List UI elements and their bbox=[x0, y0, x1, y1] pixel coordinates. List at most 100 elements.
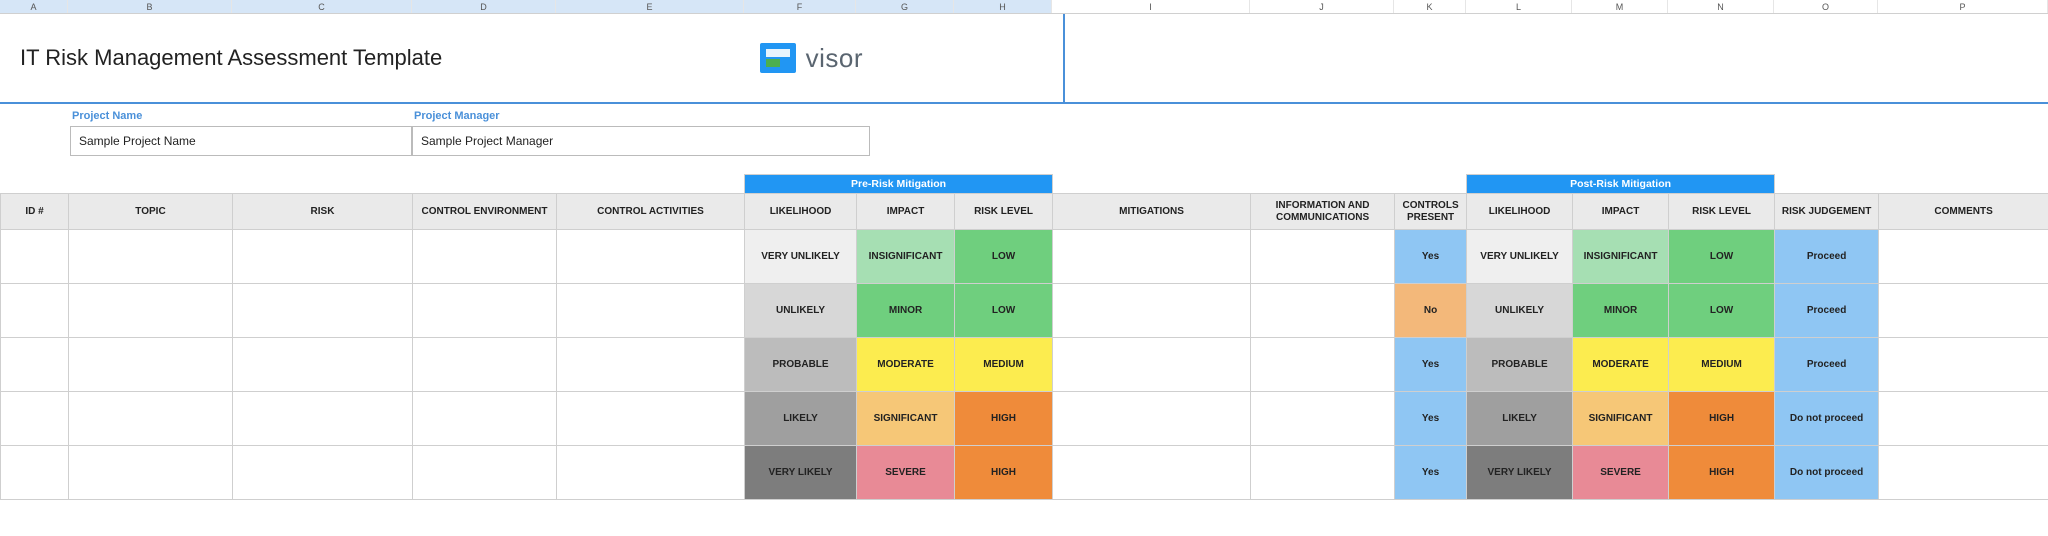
title-cell[interactable]: IT Risk Management Assessment Template v… bbox=[0, 14, 1065, 102]
cell-ctrlenv[interactable] bbox=[413, 284, 557, 338]
cell-comments[interactable] bbox=[1879, 230, 2048, 284]
cell-likelihood[interactable]: UNLIKELY bbox=[745, 284, 857, 338]
cell-id[interactable] bbox=[1, 392, 69, 446]
cell-mitig[interactable] bbox=[1053, 230, 1251, 284]
col-letter[interactable]: D bbox=[412, 0, 556, 13]
cell-rjudge[interactable]: Proceed bbox=[1775, 230, 1879, 284]
cell-id[interactable] bbox=[1, 446, 69, 500]
cell-ctrlp[interactable]: Yes bbox=[1395, 446, 1467, 500]
hdr-comments[interactable]: COMMENTS bbox=[1879, 194, 2048, 230]
col-letter[interactable]: E bbox=[556, 0, 744, 13]
cell-comments[interactable] bbox=[1879, 338, 2048, 392]
cell-mitig[interactable] bbox=[1053, 338, 1251, 392]
cell-topic[interactable] bbox=[69, 392, 233, 446]
cell-ctrlact[interactable] bbox=[557, 392, 745, 446]
col-letter[interactable]: M bbox=[1572, 0, 1668, 13]
cell-mitig[interactable] bbox=[1053, 284, 1251, 338]
project-name-input[interactable] bbox=[70, 126, 412, 156]
hdr-likelihood2[interactable]: LIKELIHOOD bbox=[1467, 194, 1573, 230]
hdr-ctrlact[interactable]: CONTROL ACTIVITIES bbox=[557, 194, 745, 230]
cell-info[interactable] bbox=[1251, 284, 1395, 338]
cell-ctrlp[interactable]: Yes bbox=[1395, 392, 1467, 446]
cell-ctrlp[interactable]: Yes bbox=[1395, 230, 1467, 284]
cell-impact2[interactable]: SEVERE bbox=[1573, 446, 1669, 500]
hdr-risklevel2[interactable]: RISK LEVEL bbox=[1669, 194, 1775, 230]
cell-rjudge[interactable]: Proceed bbox=[1775, 338, 1879, 392]
cell-risklevel2[interactable]: LOW bbox=[1669, 284, 1775, 338]
cell-impact[interactable]: MODERATE bbox=[857, 338, 955, 392]
hdr-topic[interactable]: TOPIC bbox=[69, 194, 233, 230]
cell-info[interactable] bbox=[1251, 338, 1395, 392]
hdr-ctrlenv[interactable]: CONTROL ENVIRONMENT bbox=[413, 194, 557, 230]
cell-ctrlenv[interactable] bbox=[413, 446, 557, 500]
hdr-info[interactable]: INFORMATION AND COMMUNICATIONS bbox=[1251, 194, 1395, 230]
cell-rjudge[interactable]: Proceed bbox=[1775, 284, 1879, 338]
cell-id[interactable] bbox=[1, 284, 69, 338]
col-letter[interactable]: K bbox=[1394, 0, 1466, 13]
cell-likelihood2[interactable]: LIKELY bbox=[1467, 392, 1573, 446]
cell-risklevel[interactable]: MEDIUM bbox=[955, 338, 1053, 392]
col-letter[interactable]: L bbox=[1466, 0, 1572, 13]
col-letter[interactable]: J bbox=[1250, 0, 1394, 13]
hdr-mitig[interactable]: MITIGATIONS bbox=[1053, 194, 1251, 230]
cell-risklevel2[interactable]: HIGH bbox=[1669, 446, 1775, 500]
cell-likelihood[interactable]: VERY UNLIKELY bbox=[745, 230, 857, 284]
cell-rjudge[interactable]: Do not proceed bbox=[1775, 446, 1879, 500]
cell-impact2[interactable]: MODERATE bbox=[1573, 338, 1669, 392]
cell-impact2[interactable]: MINOR bbox=[1573, 284, 1669, 338]
cell-impact[interactable]: INSIGNIFICANT bbox=[857, 230, 955, 284]
cell-mitig[interactable] bbox=[1053, 446, 1251, 500]
col-letter[interactable]: A bbox=[0, 0, 68, 13]
cell-ctrlact[interactable] bbox=[557, 284, 745, 338]
col-letter[interactable]: P bbox=[1878, 0, 2048, 13]
cell-id[interactable] bbox=[1, 230, 69, 284]
cell-info[interactable] bbox=[1251, 446, 1395, 500]
hdr-risklevel[interactable]: RISK LEVEL bbox=[955, 194, 1053, 230]
cell-risklevel[interactable]: HIGH bbox=[955, 446, 1053, 500]
cell-id[interactable] bbox=[1, 338, 69, 392]
cell-likelihood2[interactable]: PROBABLE bbox=[1467, 338, 1573, 392]
cell-likelihood2[interactable]: UNLIKELY bbox=[1467, 284, 1573, 338]
col-letter[interactable]: H bbox=[954, 0, 1052, 13]
cell-comments[interactable] bbox=[1879, 446, 2048, 500]
cell-likelihood[interactable]: VERY LIKELY bbox=[745, 446, 857, 500]
col-letter[interactable]: C bbox=[232, 0, 412, 13]
cell-impact2[interactable]: INSIGNIFICANT bbox=[1573, 230, 1669, 284]
cell-ctrlp[interactable]: No bbox=[1395, 284, 1467, 338]
hdr-id[interactable]: ID # bbox=[1, 194, 69, 230]
cell-risk[interactable] bbox=[233, 230, 413, 284]
cell-risklevel[interactable]: LOW bbox=[955, 230, 1053, 284]
cell-topic[interactable] bbox=[69, 230, 233, 284]
cell-ctrlenv[interactable] bbox=[413, 230, 557, 284]
hdr-impact[interactable]: IMPACT bbox=[857, 194, 955, 230]
col-letter[interactable]: N bbox=[1668, 0, 1774, 13]
cell-impact2[interactable]: SIGNIFICANT bbox=[1573, 392, 1669, 446]
cell-risk[interactable] bbox=[233, 284, 413, 338]
cell-impact[interactable]: SEVERE bbox=[857, 446, 955, 500]
cell-ctrlact[interactable] bbox=[557, 230, 745, 284]
cell-impact[interactable]: SIGNIFICANT bbox=[857, 392, 955, 446]
cell-risklevel[interactable]: LOW bbox=[955, 284, 1053, 338]
cell-topic[interactable] bbox=[69, 284, 233, 338]
cell-rjudge[interactable]: Do not proceed bbox=[1775, 392, 1879, 446]
cell-comments[interactable] bbox=[1879, 284, 2048, 338]
project-manager-input[interactable] bbox=[412, 126, 870, 156]
cell-info[interactable] bbox=[1251, 230, 1395, 284]
col-letter[interactable]: G bbox=[856, 0, 954, 13]
cell-likelihood[interactable]: PROBABLE bbox=[745, 338, 857, 392]
cell-comments[interactable] bbox=[1879, 392, 2048, 446]
hdr-risk[interactable]: RISK bbox=[233, 194, 413, 230]
cell-mitig[interactable] bbox=[1053, 392, 1251, 446]
hdr-rjudge[interactable]: RISK JUDGEMENT bbox=[1775, 194, 1879, 230]
cell-ctrlp[interactable]: Yes bbox=[1395, 338, 1467, 392]
hdr-likelihood[interactable]: LIKELIHOOD bbox=[745, 194, 857, 230]
col-letter[interactable]: I bbox=[1052, 0, 1250, 13]
cell-risklevel2[interactable]: LOW bbox=[1669, 230, 1775, 284]
cell-ctrlact[interactable] bbox=[557, 338, 745, 392]
cell-risklevel2[interactable]: MEDIUM bbox=[1669, 338, 1775, 392]
col-letter[interactable]: B bbox=[68, 0, 232, 13]
cell-likelihood2[interactable]: VERY UNLIKELY bbox=[1467, 230, 1573, 284]
cell-risk[interactable] bbox=[233, 338, 413, 392]
cell-likelihood[interactable]: LIKELY bbox=[745, 392, 857, 446]
cell-ctrlenv[interactable] bbox=[413, 392, 557, 446]
